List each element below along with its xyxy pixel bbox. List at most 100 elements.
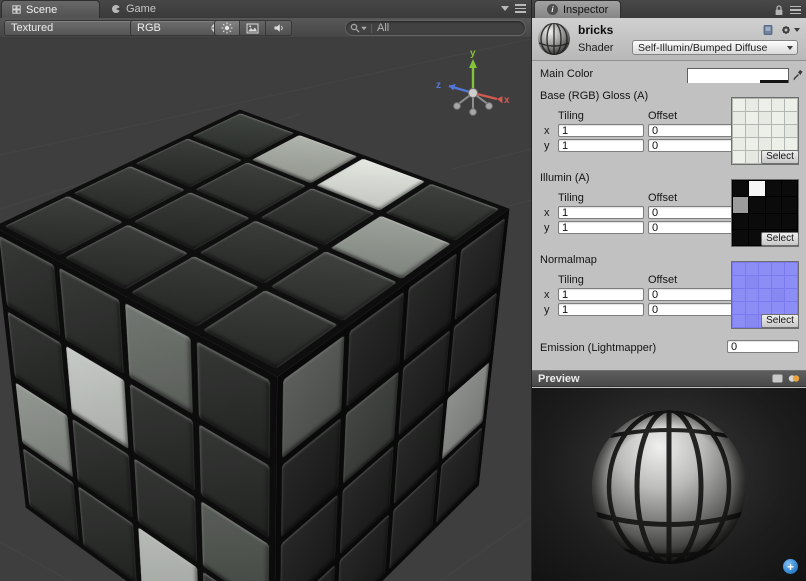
gizmo-y-axis: y <box>469 48 477 93</box>
textured-cube[interactable] <box>128 163 406 578</box>
gizmo-y-label: y <box>470 48 476 59</box>
main-color-swatch[interactable] <box>687 68 789 83</box>
eyedropper-icon[interactable] <box>792 68 804 81</box>
gizmo-handle <box>454 103 461 110</box>
scene-tab-label: Scene <box>26 4 57 16</box>
draw-mode-dropdown[interactable]: Textured <box>4 20 146 36</box>
inspector-tab-label: Inspector <box>563 4 608 16</box>
base-offset-x-input[interactable] <box>648 124 734 137</box>
main-color-label: Main Color <box>540 68 593 80</box>
main-color-row: Main Color <box>532 68 806 84</box>
illumin-tiling-y-input[interactable] <box>558 221 644 234</box>
tiling-offset-grid: Tiling Offset x y <box>544 108 734 153</box>
lighting-toggle-button[interactable] <box>214 20 240 36</box>
normalmap-offset-x-input[interactable] <box>648 288 734 301</box>
search-filter-dropdown-icon[interactable] <box>361 26 367 30</box>
gizmo-x-label: x <box>504 95 510 106</box>
emission-input[interactable] <box>727 340 799 353</box>
tab-inspector[interactable]: i Inspector <box>534 0 621 18</box>
panel-layout-dropdown-icon[interactable] <box>501 6 509 11</box>
search-separator <box>371 24 372 33</box>
gizmo-center <box>469 89 478 98</box>
illumin-offset-x-input[interactable] <box>648 206 734 219</box>
offset-header: Offset <box>648 192 734 204</box>
tiling-header: Tiling <box>558 110 644 122</box>
add-button[interactable]: + <box>783 559 798 574</box>
tiling-offset-grid: Tiling Offset x y <box>544 190 734 235</box>
texture-section-label: Illumin (A) <box>540 172 590 184</box>
base-tiling-y-input[interactable] <box>558 139 644 152</box>
inspector-panel: i Inspector <box>532 0 806 581</box>
normalmap-tiling-y-input[interactable] <box>558 303 644 316</box>
texture-section-normalmap: Normalmap Tiling Offset x y Select <box>532 254 806 336</box>
audio-toggle-button[interactable] <box>266 20 292 36</box>
normalmap-tiling-x-input[interactable] <box>558 288 644 301</box>
y-axis-label: y <box>544 140 554 152</box>
color-mode-dropdown[interactable]: RGB <box>130 20 222 36</box>
texture-section-label: Normalmap <box>540 254 597 266</box>
chevron-down-icon <box>794 28 800 32</box>
gizmo-handle <box>486 103 493 110</box>
draw-mode-value: Textured <box>11 22 53 34</box>
inspector-menu-icon[interactable] <box>790 6 801 15</box>
tab-scene[interactable]: Scene <box>1 0 100 18</box>
chevron-down-icon <box>787 46 793 50</box>
scene-tab-icon <box>12 5 21 14</box>
preview-title: Preview <box>538 373 580 385</box>
base-tiling-x-input[interactable] <box>558 124 644 137</box>
color-mode-value: RGB <box>137 22 161 34</box>
gizmo-z-axis: z <box>436 80 473 93</box>
tiling-header: Tiling <box>558 274 644 286</box>
y-axis-label: y <box>544 304 554 316</box>
preview-popout-icon[interactable] <box>772 374 783 383</box>
illumin-tiling-x-input[interactable] <box>558 206 644 219</box>
sun-icon <box>221 22 233 34</box>
preview-header[interactable]: Preview <box>532 370 806 387</box>
gear-icon <box>780 24 792 36</box>
shader-label: Shader <box>578 42 613 54</box>
scene-viewport[interactable]: z x y <box>0 37 531 581</box>
inspector-tabstrip: i Inspector <box>532 0 806 19</box>
material-options-button[interactable] <box>780 24 800 36</box>
x-axis-label: x <box>544 289 554 301</box>
preview-options-icon[interactable] <box>788 374 800 383</box>
x-axis-label: x <box>544 207 554 219</box>
tiling-header: Tiling <box>558 192 644 204</box>
base-offset-y-input[interactable] <box>648 139 734 152</box>
base-texture-select-button[interactable]: Select <box>761 150 799 164</box>
normalmap-offset-y-input[interactable] <box>648 303 734 316</box>
illumin-texture-select-button[interactable]: Select <box>761 232 799 246</box>
material-sphere-icon <box>537 22 571 56</box>
gizmo-z-label: z <box>436 80 441 91</box>
offset-header: Offset <box>648 110 734 122</box>
preview-sphere <box>532 388 806 581</box>
tiling-offset-grid: Tiling Offset x y <box>544 272 734 317</box>
offset-header: Offset <box>648 274 734 286</box>
material-name: bricks <box>578 23 613 37</box>
illumin-offset-y-input[interactable] <box>648 221 734 234</box>
scene-tabstrip: Scene Game <box>0 0 531 19</box>
material-preview[interactable]: + <box>532 388 806 581</box>
texture-section-label: Base (RGB) Gloss (A) <box>540 90 648 102</box>
gizmo-handle <box>470 109 477 116</box>
emission-row: Emission (Lightmapper) <box>532 340 806 356</box>
y-axis-label: y <box>544 222 554 234</box>
speaker-icon <box>273 22 285 34</box>
search-input[interactable]: All <box>345 20 526 36</box>
tab-game[interactable]: Game <box>101 0 196 18</box>
lock-icon[interactable] <box>774 4 784 16</box>
scene-panel: Scene Game Textured RGB <box>0 0 531 581</box>
scene-toolbar: Textured RGB <box>0 18 531 38</box>
material-header: bricks Shader Self-Illumin/Bumped Diffus… <box>532 18 806 61</box>
inspector-tab-icon: i <box>547 4 558 15</box>
orientation-gizmo[interactable]: z x y <box>425 47 517 133</box>
shader-value: Self-Illumin/Bumped Diffuse <box>638 42 767 54</box>
viewport-toggle-group <box>214 20 292 36</box>
panel-menu-icon[interactable] <box>515 4 526 13</box>
normalmap-texture-select-button[interactable]: Select <box>761 314 799 328</box>
help-book-icon[interactable] <box>762 24 774 36</box>
shader-dropdown[interactable]: Self-Illumin/Bumped Diffuse <box>632 40 798 55</box>
image-icon <box>246 23 259 34</box>
image-effects-toggle-button[interactable] <box>240 20 266 36</box>
x-axis-label: x <box>544 125 554 137</box>
